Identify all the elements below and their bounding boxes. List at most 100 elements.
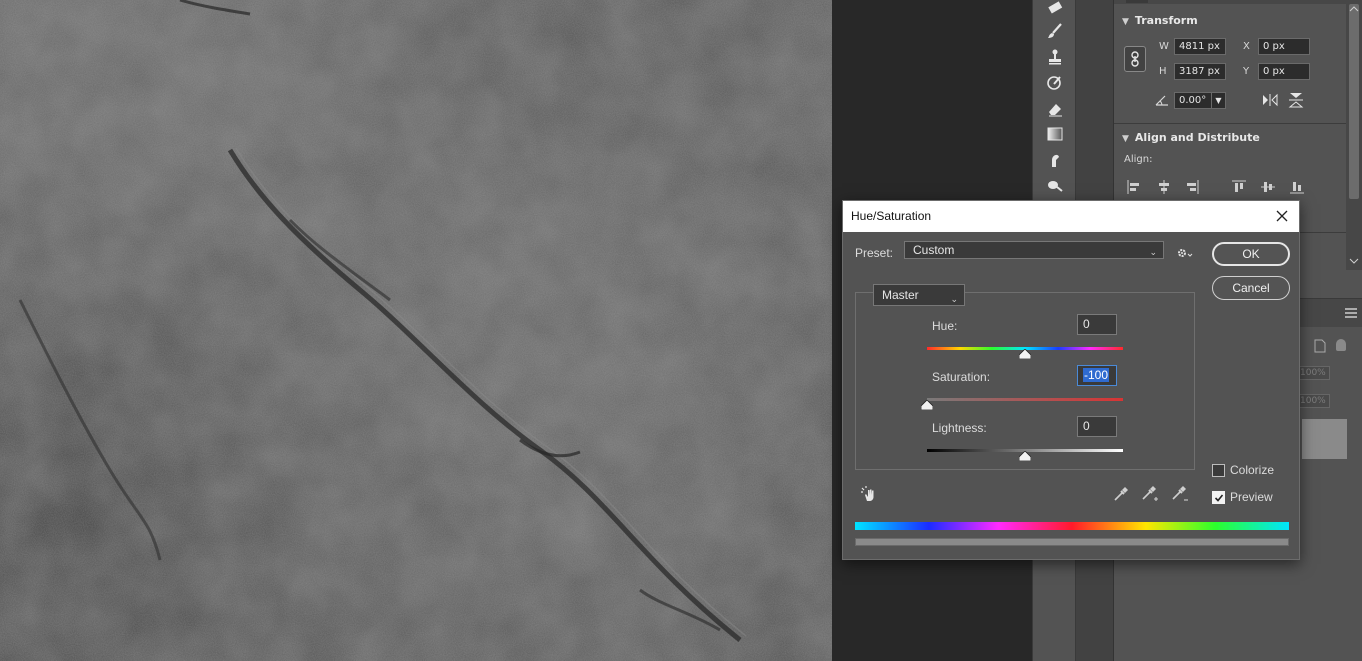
close-button[interactable] bbox=[1273, 207, 1291, 225]
transform-title: Transform bbox=[1134, 14, 1198, 27]
smudge-icon bbox=[1052, 154, 1059, 167]
tool-dodge[interactable] bbox=[1043, 175, 1067, 197]
preset-options-button[interactable] bbox=[1175, 245, 1195, 261]
chevron-down-icon: ▼ bbox=[1122, 134, 1129, 144]
link-toggle-button[interactable] bbox=[1124, 46, 1146, 72]
y-label: Y bbox=[1243, 66, 1250, 77]
flip-vertical-button[interactable] bbox=[1286, 91, 1306, 109]
lightness-label: Lightness: bbox=[932, 421, 987, 435]
align-top-button[interactable] bbox=[1231, 179, 1247, 195]
h-label: H bbox=[1159, 66, 1167, 77]
chevron-down-icon: ▼ bbox=[1122, 17, 1129, 27]
tool-stamp[interactable] bbox=[1043, 46, 1067, 68]
align-section-header[interactable]: ▼ Align and Distribute bbox=[1122, 131, 1260, 144]
saturation-slider-track[interactable] bbox=[927, 398, 1123, 401]
saturation-input[interactable]: -100 bbox=[1077, 365, 1117, 386]
tool-partial[interactable] bbox=[1043, 0, 1067, 18]
dialog-title: Hue/Saturation bbox=[851, 209, 932, 223]
targeted-adjustment-button[interactable] bbox=[859, 484, 879, 504]
cancel-button[interactable]: Cancel bbox=[1212, 276, 1290, 300]
eyedropper-icon bbox=[1114, 487, 1128, 501]
angle-dropdown-icon[interactable]: ▼ bbox=[1211, 93, 1225, 108]
preset-select[interactable]: Custom ⌄ bbox=[904, 241, 1164, 259]
scroll-up-icon[interactable] bbox=[1349, 6, 1359, 12]
tool-eraser[interactable] bbox=[1043, 98, 1067, 120]
eraser-icon bbox=[1049, 104, 1062, 117]
layer-thumbnail[interactable] bbox=[1302, 419, 1347, 459]
output-hue-bar bbox=[855, 538, 1289, 546]
hue-input[interactable]: 0 bbox=[1077, 314, 1117, 335]
align-middle-button[interactable] bbox=[1260, 179, 1276, 195]
align-right-button[interactable] bbox=[1184, 179, 1200, 195]
angle-field[interactable]: 0.00° ▼ bbox=[1174, 92, 1226, 109]
scrollbar-thumb[interactable] bbox=[1349, 4, 1359, 199]
lightness-input[interactable]: 0 bbox=[1077, 416, 1117, 437]
align-bottom-button[interactable] bbox=[1289, 179, 1305, 195]
gradient-icon bbox=[1047, 127, 1063, 141]
tool-history-brush[interactable] bbox=[1043, 72, 1067, 94]
eyedropper-minus-icon bbox=[1172, 486, 1188, 501]
hue-slider-thumb[interactable] bbox=[1019, 349, 1031, 359]
checkmark-icon bbox=[1214, 493, 1223, 502]
photoshop-window: ▼ Transform W 4811 px X 0 px H 3187 px Y … bbox=[0, 0, 1362, 661]
hue-saturation-dialog: Hue/Saturation Preset: Custom ⌄ OK Cance… bbox=[842, 200, 1300, 560]
flip-horizontal-icon bbox=[1263, 93, 1278, 107]
panel-top-edge bbox=[1114, 0, 1346, 4]
tool-brush[interactable] bbox=[1043, 20, 1067, 42]
opacity-field[interactable]: 100% bbox=[1296, 366, 1330, 380]
preview-checkbox[interactable] bbox=[1212, 491, 1225, 504]
properties-scrollbar[interactable] bbox=[1346, 0, 1362, 270]
colorize-checkbox[interactable] bbox=[1212, 464, 1225, 477]
hand-target-icon bbox=[861, 486, 874, 501]
tool-smudge[interactable] bbox=[1043, 149, 1067, 171]
fill-field[interactable]: 100% bbox=[1296, 394, 1330, 408]
eyedropper-plus-icon bbox=[1142, 486, 1158, 501]
saturation-slider-thumb[interactable] bbox=[921, 400, 933, 410]
stamp-icon bbox=[1049, 49, 1061, 65]
chevron-down-icon: ⌄ bbox=[1149, 247, 1157, 257]
align-label: Align: bbox=[1124, 154, 1153, 165]
preset-label: Preset: bbox=[855, 246, 894, 260]
colorize-label: Colorize bbox=[1230, 463, 1275, 477]
tool-gradient[interactable] bbox=[1043, 123, 1067, 145]
align-center-h-button[interactable] bbox=[1156, 179, 1172, 195]
ok-button[interactable]: OK bbox=[1212, 242, 1290, 266]
healing-icon bbox=[1048, 1, 1063, 14]
align-title: Align and Distribute bbox=[1134, 131, 1260, 144]
lightness-slider-thumb[interactable] bbox=[1019, 451, 1031, 461]
x-field[interactable]: 0 px bbox=[1258, 38, 1310, 55]
eyedropper-subtract-button[interactable] bbox=[1170, 484, 1190, 504]
transform-section-header[interactable]: ▼ Transform bbox=[1122, 14, 1198, 27]
align-middle-icon bbox=[1261, 182, 1275, 192]
gear-icon bbox=[1178, 249, 1193, 257]
document-canvas[interactable] bbox=[0, 0, 832, 661]
scroll-down-icon[interactable] bbox=[1349, 258, 1359, 264]
dodge-icon bbox=[1048, 181, 1063, 192]
eyedropper-add-button[interactable] bbox=[1140, 484, 1160, 504]
y-field[interactable]: 0 px bbox=[1258, 63, 1310, 80]
history-brush-icon bbox=[1047, 76, 1061, 90]
close-icon bbox=[1276, 210, 1288, 222]
saturation-value: -100 bbox=[1083, 368, 1110, 382]
align-right-icon bbox=[1187, 180, 1199, 194]
adjustment-group bbox=[855, 292, 1195, 470]
new-doc-icon[interactable] bbox=[1314, 339, 1326, 353]
height-field[interactable]: 3187 px bbox=[1174, 63, 1226, 80]
lock-icon[interactable] bbox=[1336, 339, 1346, 351]
eyedropper-button[interactable] bbox=[1111, 484, 1131, 504]
preview-label: Preview bbox=[1230, 490, 1273, 504]
align-left-icon bbox=[1127, 180, 1139, 194]
align-center-icon bbox=[1159, 180, 1169, 194]
dialog-titlebar[interactable]: Hue/Saturation bbox=[843, 201, 1299, 232]
width-field[interactable]: 4811 px bbox=[1174, 38, 1226, 55]
channel-select[interactable]: Master ⌄ bbox=[873, 284, 965, 306]
panel-top-tab bbox=[1126, 0, 1148, 3]
x-label: X bbox=[1243, 41, 1250, 52]
align-left-button[interactable] bbox=[1126, 179, 1142, 195]
menu-icon[interactable] bbox=[1344, 307, 1358, 319]
chevron-down-icon: ⌄ bbox=[950, 294, 958, 304]
hue-label: Hue: bbox=[932, 319, 958, 333]
flip-horizontal-button[interactable] bbox=[1260, 92, 1280, 108]
input-hue-bar bbox=[855, 522, 1289, 530]
w-label: W bbox=[1159, 41, 1169, 52]
